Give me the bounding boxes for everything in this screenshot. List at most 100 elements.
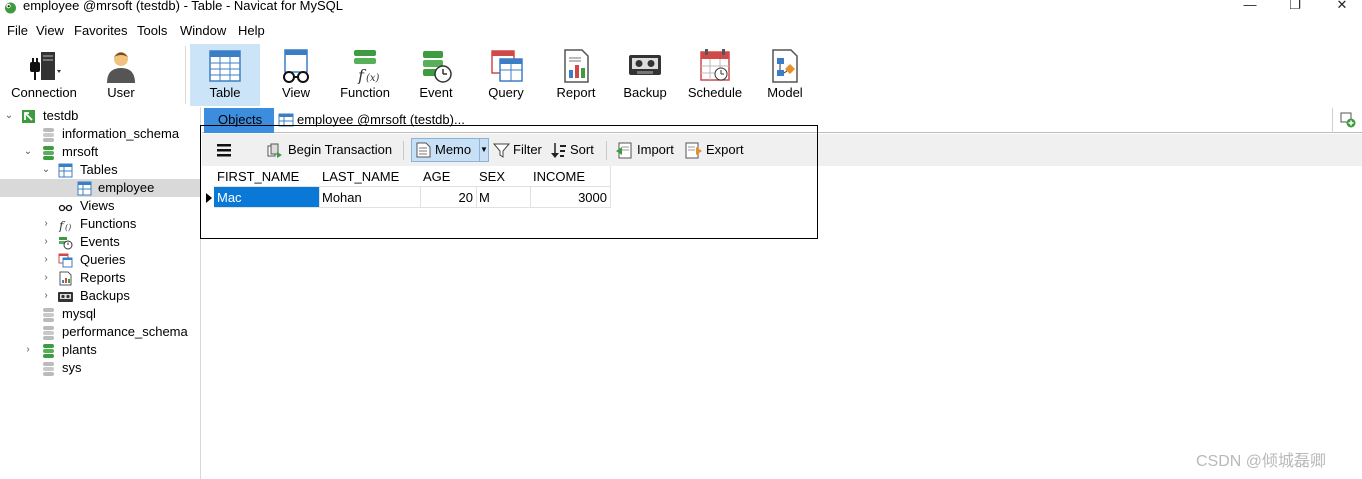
collapse-arrow-icon[interactable]: ⌄ [22,143,34,161]
memo-icon [416,142,431,158]
tree-item-functions[interactable]: › f() Functions [0,215,200,233]
table-cell[interactable]: M [476,187,531,208]
tab-employee-table[interactable]: employee @mrsoft (testdb)... [276,108,476,133]
tree-item-label: Queries [80,252,126,267]
sort-button[interactable]: Sort [550,139,598,161]
expand-arrow-icon[interactable]: › [40,269,52,287]
hamburger-icon [217,144,231,157]
tree-item-queries[interactable]: › Queries [0,251,200,269]
sort-icon [551,143,566,158]
tab-employee-label: employee @mrsoft (testdb)... [297,112,465,127]
collapse-arrow-icon[interactable]: ⌄ [3,107,15,125]
import-label: Import [637,142,674,157]
event-icon [59,237,73,250]
tree-item-sys[interactable]: sys [0,359,200,377]
expand-arrow-icon[interactable]: › [40,215,52,233]
toolbar-function-button[interactable]: f (x) Function [334,44,396,106]
column-header-sex[interactable]: SEX [476,166,531,187]
tree-item-information-schema[interactable]: information_schema [0,125,200,143]
import-icon [616,142,632,159]
collapse-arrow-icon[interactable]: ⌄ [40,161,52,179]
memo-button[interactable]: Memo ▼ [411,138,489,162]
filter-button[interactable]: Filter [493,139,543,161]
database-icon [43,146,54,160]
navigation-tree: ⌄ testdb information_schema ⌄ mrsoft ⌄ T… [0,107,201,479]
main-toolbar: Connection User Table View f (x) Function [0,44,1362,106]
new-tab-button[interactable] [1332,108,1362,133]
table-icon [58,163,73,178]
toolbar-model-button[interactable]: Model [757,44,813,106]
transaction-icon [267,143,282,158]
column-header-age[interactable]: AGE [420,166,477,187]
toolbar-connection-button[interactable]: Connection [8,44,80,106]
toolbar-report-button[interactable]: Report [548,44,604,106]
toolbar-connection-label: Connection [11,85,77,100]
begin-transaction-label: Begin Transaction [288,142,393,157]
tree-item-testdb[interactable]: ⌄ testdb [0,107,200,125]
import-button[interactable]: Import [616,139,678,161]
filter-icon [493,143,510,158]
memo-dropdown-arrow-icon[interactable]: ▼ [479,139,488,161]
column-header-last-name[interactable]: LAST_NAME [319,166,421,187]
tree-item-mrsoft[interactable]: ⌄ mrsoft [0,143,200,161]
tree-item-mysql[interactable]: mysql [0,305,200,323]
toolbar-user-button[interactable]: User [90,44,152,106]
memo-label: Memo [435,142,472,157]
tab-strip: Objects employee @mrsoft (testdb)... [202,108,1362,133]
table-cell[interactable]: 20 [420,187,477,208]
minimize-button[interactable]: — [1238,0,1262,13]
toolbar-schedule-label: Schedule [687,85,743,100]
tree-item-employee[interactable]: employee [0,179,200,197]
tree-item-label: performance_schema [62,324,188,339]
menu-help[interactable]: Help [238,21,265,41]
menu-button[interactable] [216,139,234,161]
toolbar-view-button[interactable]: View [268,44,324,106]
close-button[interactable]: ✕ [1330,0,1354,13]
expand-arrow-icon[interactable]: › [22,341,34,359]
menu-window[interactable]: Window [180,21,226,41]
tree-item-plants[interactable]: › plants [0,341,200,359]
database-icon [43,308,54,322]
sort-label: Sort [570,142,594,157]
toolbar-schedule-button[interactable]: Schedule [684,44,746,106]
toolbar-backup-button[interactable]: Backup [616,44,674,106]
event-icon [423,51,452,83]
tree-item-backups[interactable]: › Backups [0,287,200,305]
query-icon [58,253,73,268]
tree-item-label: Reports [80,270,126,285]
menu-file[interactable]: File [7,21,28,41]
tree-item-tables[interactable]: ⌄ Tables [0,161,200,179]
toolbar-view-label: View [282,85,310,100]
report-icon [564,49,589,83]
tree-item-views[interactable]: Views [0,197,200,215]
tree-item-reports[interactable]: › Reports [0,269,200,287]
user-icon [107,52,135,83]
expand-arrow-icon[interactable]: › [40,251,52,269]
toolbar-table-button[interactable]: Table [190,44,260,106]
maximize-button[interactable]: ❐ [1283,0,1307,13]
table-cell[interactable]: Mac [214,187,320,208]
menu-favorites[interactable]: Favorites [74,21,127,41]
menu-view[interactable]: View [36,21,64,41]
toolbar-query-button[interactable]: Query [478,44,534,106]
table-cell[interactable]: Mohan [319,187,421,208]
column-header-income[interactable]: INCOME [530,166,611,187]
toolbar-event-button[interactable]: Event [408,44,464,106]
tree-item-label: Backups [80,288,130,303]
table-icon [77,181,92,196]
export-button[interactable]: Export [685,139,747,161]
svg-text:(): () [65,223,71,232]
filter-label: Filter [513,142,542,157]
expand-arrow-icon[interactable]: › [40,287,52,305]
navicat-app-icon [5,2,16,14]
begin-transaction-button[interactable]: Begin Transaction [266,139,396,161]
tab-objects-label: Objects [218,112,263,127]
column-header-first-name[interactable]: FIRST_NAME [214,166,320,187]
table-cell[interactable]: 3000 [530,187,611,208]
tree-item-performance-schema[interactable]: performance_schema [0,323,200,341]
tree-item-events[interactable]: › Events [0,233,200,251]
tab-objects[interactable]: Objects [204,108,274,133]
menu-tools[interactable]: Tools [137,21,167,41]
tree-item-label: Functions [80,216,137,231]
expand-arrow-icon[interactable]: › [40,233,52,251]
